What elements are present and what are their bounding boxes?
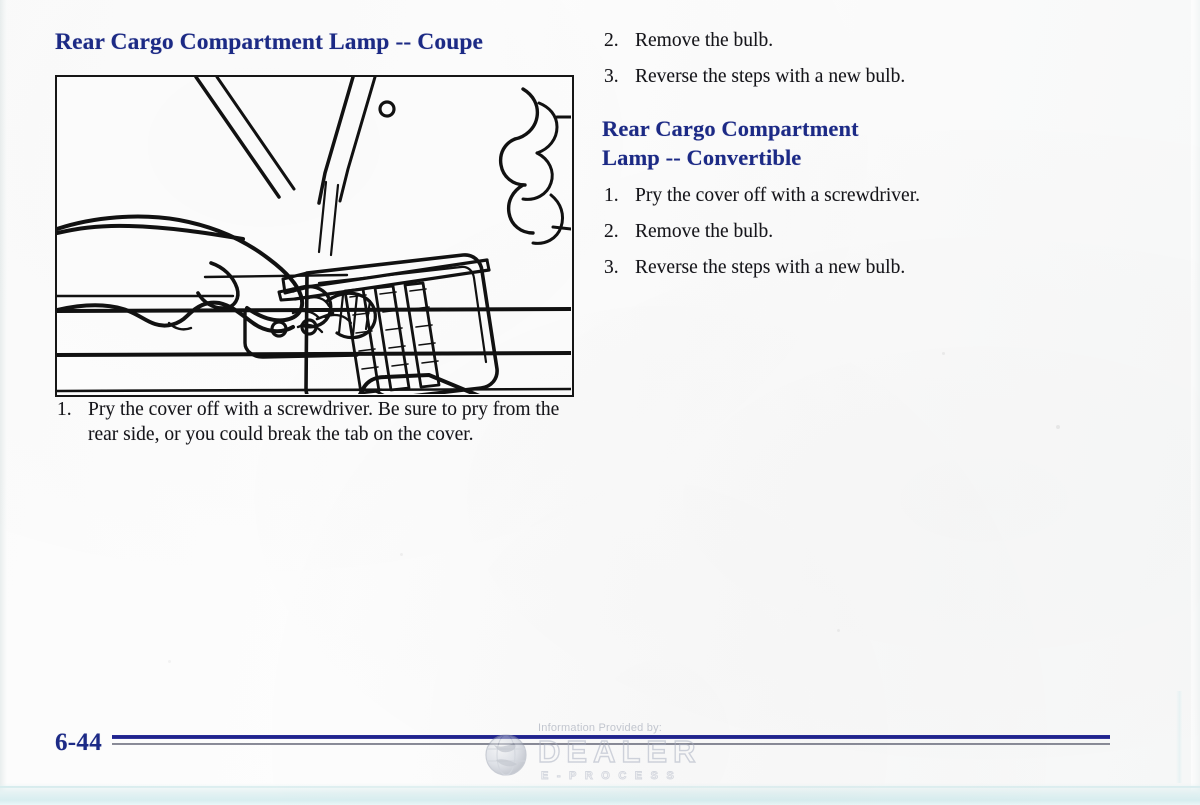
page-number: 6-44	[55, 729, 103, 756]
page-title-convertible-line1: Rear Cargo Compartment	[602, 116, 859, 142]
paper-speck	[837, 629, 840, 632]
figure-frame	[55, 74, 574, 397]
scanned-page: Rear Cargo Compartment Lamp -- Coupe 1. …	[0, 0, 1200, 805]
list-item: 3. Reverse the steps with a new bulb.	[602, 255, 1082, 280]
step-text: Reverse the steps with a new bulb.	[635, 257, 906, 279]
page-title-convertible-line2: Lamp -- Convertible	[602, 144, 802, 170]
step-text: Pry the cover off with a screwdriver.	[635, 184, 921, 206]
globe-icon	[485, 734, 527, 776]
watermark-brand: DEALER	[537, 733, 702, 769]
steps-list-convertible: 1. Pry the cover off with a screwdriver.…	[602, 183, 1082, 280]
step-text: Pry the cover off with a screwdriver. Be…	[88, 398, 560, 445]
scan-edge-bottom	[0, 783, 1200, 805]
step-text: Reverse the steps with a new bulb.	[635, 66, 906, 88]
step-number: 1.	[604, 184, 619, 206]
list-item: 1. Pry the cover off with a screwdriver.	[602, 183, 1082, 208]
page-title-convertible: Rear Cargo Compartment Lamp -- Convertib…	[602, 115, 1082, 172]
step-number: 1.	[57, 398, 72, 420]
rear-cargo-lamp-coupe-drawing	[57, 76, 571, 394]
page-title-coupe: Rear Cargo Compartment Lamp -- Coupe	[55, 29, 484, 55]
figure-coupe	[55, 74, 574, 397]
paper-speck	[168, 660, 171, 663]
step-number: 2.	[604, 30, 619, 51]
paper-speck	[942, 352, 945, 355]
left-column: Rear Cargo Compartment Lamp -- Coupe 1. …	[55, 28, 585, 458]
steps-list-coupe: 1. Pry the cover off with a screwdriver.…	[55, 397, 585, 447]
step-text: Remove the bulb.	[635, 30, 774, 51]
dealer-eprocess-watermark: Information Provided by: DEALER E-PROCES…	[472, 722, 732, 792]
list-item: 2. Remove the bulb.	[602, 28, 1082, 53]
list-item: 1. Pry the cover off with a screwdriver.…	[55, 397, 585, 447]
scan-edge-right	[1191, 0, 1200, 805]
scan-edge-left	[0, 0, 7, 805]
watermark-tagline: E-PROCESS	[541, 770, 683, 783]
step-text: Remove the bulb.	[635, 221, 774, 243]
list-item: 3. Reverse the steps with a new bulb.	[602, 64, 1082, 89]
step-number: 3.	[604, 257, 619, 279]
steps-list-coupe-continued: 2. Remove the bulb. 3. Reverse the steps…	[602, 28, 1082, 89]
right-column: 2. Remove the bulb. 3. Reverse the steps…	[602, 28, 1082, 291]
list-item: 2. Remove the bulb.	[602, 219, 1082, 244]
paper-speck	[1056, 425, 1060, 429]
step-number: 3.	[604, 66, 619, 88]
step-number: 2.	[604, 221, 619, 243]
watermark-caption: Information Provided by:	[538, 722, 663, 734]
paper-speck	[400, 553, 403, 556]
